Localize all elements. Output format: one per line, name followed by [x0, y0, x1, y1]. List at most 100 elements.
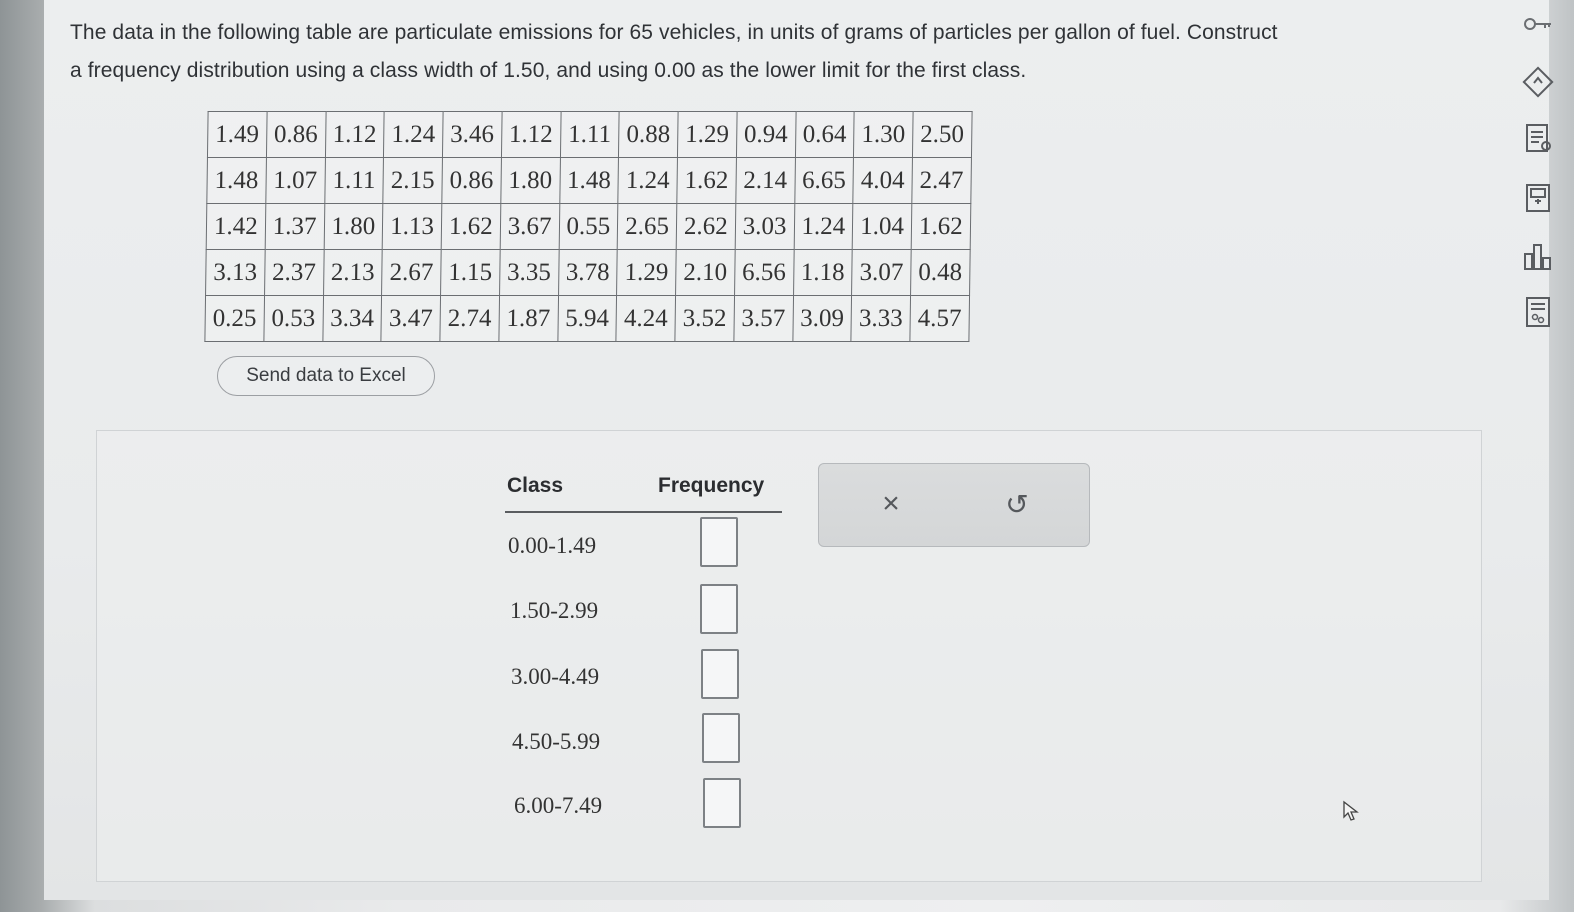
data-table-cell: 3.33 [851, 295, 911, 342]
data-table-cell: 1.29 [677, 111, 737, 158]
data-table-cell: 1.87 [498, 295, 559, 342]
data-table-cell: 1.48 [559, 157, 619, 204]
data-table-cell: 0.25 [204, 295, 265, 342]
data-table-cell: 3.13 [205, 249, 265, 296]
frequency-column-header: Frequency [658, 474, 765, 497]
data-table-cell: 0.86 [441, 157, 502, 204]
frequency-input[interactable] [700, 584, 738, 634]
mouse-cursor-icon [1342, 800, 1360, 827]
close-icon: × [882, 487, 900, 520]
data-table-cell: 4.57 [909, 295, 970, 342]
data-table-cell: 1.37 [264, 203, 325, 250]
data-table-cell: 2.67 [381, 249, 442, 296]
data-table-cell: 0.64 [794, 111, 855, 158]
data-table-cell: 2.15 [383, 157, 443, 204]
data-table-cell: 1.62 [441, 203, 501, 250]
data-table-cell: 1.13 [382, 203, 442, 250]
data-table-cell: 3.07 [851, 249, 912, 296]
data-table-row: 0.25 0.53 3.34 3.47 2.74 1.87 5.94 4.24 3.52 3.57… [204, 295, 970, 342]
data-table-cell: 0.53 [263, 295, 324, 342]
key-icon[interactable] [1520, 6, 1556, 42]
data-table-cell: 3.09 [792, 295, 852, 342]
periodic-table-icon[interactable] [1520, 294, 1556, 330]
frequency-input[interactable] [702, 713, 740, 763]
data-table-cell: 1.24 [793, 203, 854, 250]
data-table-cell: 4.04 [853, 157, 913, 204]
answer-panel [96, 430, 1482, 882]
data-table-cell: 3.52 [674, 295, 735, 342]
data-table-cell: 2.62 [676, 203, 736, 250]
data-table-cell: 2.10 [675, 249, 735, 296]
data-table-cell: 0.55 [558, 203, 619, 250]
data-table-cell: 1.11 [324, 157, 384, 204]
data-table-cell: 1.80 [323, 203, 384, 250]
clear-button[interactable]: × [869, 482, 913, 526]
data-table-cell: 1.07 [265, 157, 325, 204]
data-table-cell: 1.48 [206, 157, 267, 204]
data-table-cell: 1.24 [383, 111, 444, 158]
data-table-cell: 2.50 [912, 111, 972, 158]
undo-button[interactable]: ↺ [995, 482, 1039, 526]
data-table-cell: 3.57 [733, 295, 794, 342]
data-table-cell: 1.62 [676, 157, 737, 204]
header-divider [505, 511, 782, 513]
data-table-cell: 2.74 [439, 295, 500, 342]
data-table-cell: 3.03 [734, 203, 795, 250]
data-table-cell: 1.42 [206, 203, 266, 250]
data-table-cell: 0.86 [266, 111, 326, 158]
data-table-cell: 4.24 [616, 295, 676, 342]
data-table-cell: 1.30 [853, 111, 914, 158]
data-table-cell: 1.12 [501, 111, 561, 158]
data-table-row: 1.48 1.07 1.11 2.15 0.86 1.80 1.48 1.24 1.62 2.14… [206, 157, 972, 204]
undo-icon: ↺ [1005, 488, 1029, 520]
data-table-row: 1.42 1.37 1.80 1.13 1.62 3.67 0.55 2.65 2.62 3.03… [206, 203, 971, 250]
data-table-cell: 0.48 [910, 249, 970, 296]
question-line-2: a frequency distribution using a class w… [70, 59, 1027, 82]
data-table-cell: 3.34 [322, 295, 382, 342]
frequency-input[interactable] [700, 517, 738, 567]
explanation-icon[interactable] [1520, 64, 1556, 100]
textbook-icon[interactable] [1520, 120, 1556, 156]
data-table-cell: 2.65 [617, 203, 677, 250]
answer-tools: × ↺ [818, 463, 1090, 547]
data-table-cell: 1.11 [559, 111, 620, 158]
data-table-cell: 0.88 [618, 111, 679, 158]
data-table-cell: 3.78 [558, 249, 618, 296]
send-to-excel-button[interactable]: Send data to Excel [217, 356, 435, 396]
calculator-icon[interactable] [1520, 180, 1556, 216]
data-table-cell: 3.47 [381, 295, 441, 342]
data-table-cell: 6.65 [794, 157, 854, 204]
question-text: The data in the following table are part… [70, 14, 1500, 90]
data-table-cell: 5.94 [557, 295, 617, 342]
data-table-cell: 0.94 [736, 111, 796, 158]
data-table-cell: 3.35 [499, 249, 559, 296]
data-table-cell: 1.04 [852, 203, 912, 250]
question-line-1: The data in the following table are part… [70, 21, 1278, 44]
data-table-cell: 1.62 [911, 203, 971, 250]
data-table-cell: 1.12 [324, 111, 385, 158]
data-table-row: 1.49 0.86 1.12 1.24 3.46 1.12 1.11 0.88 1.29 0.94… [207, 111, 972, 158]
data-table-cell: 1.49 [207, 111, 267, 158]
chart-icon[interactable] [1520, 238, 1556, 274]
data-table-cell: 1.29 [616, 249, 677, 296]
data-table-cell: 3.67 [499, 203, 560, 250]
class-label: 1.50-2.99 [510, 598, 599, 623]
emissions-data-table: 1.49 0.86 1.12 1.24 3.46 1.12 1.11 0.88 1.29 0.94… [204, 111, 972, 342]
data-table-cell: 2.13 [323, 249, 383, 296]
data-table-cell: 2.47 [911, 157, 972, 204]
data-table-cell: 3.46 [442, 111, 502, 158]
data-table-cell: 1.24 [618, 157, 678, 204]
frequency-input[interactable] [701, 649, 739, 699]
class-label: 4.50-5.99 [512, 729, 601, 754]
data-table-cell: 2.14 [735, 157, 795, 204]
data-table-cell: 6.56 [734, 249, 794, 296]
data-table-cell: 2.37 [264, 249, 324, 296]
data-table-row: 3.13 2.37 2.13 2.67 1.15 3.35 3.78 1.29 2.10 6.56… [205, 249, 970, 296]
class-label: 6.00-7.49 [514, 793, 603, 818]
data-table-cell: 1.18 [793, 249, 853, 296]
class-column-header: Class [507, 474, 564, 497]
data-table-cell: 1.15 [440, 249, 500, 296]
frequency-input[interactable] [703, 778, 741, 828]
class-label: 3.00-4.49 [511, 664, 600, 689]
data-table-cell: 1.80 [500, 157, 560, 204]
